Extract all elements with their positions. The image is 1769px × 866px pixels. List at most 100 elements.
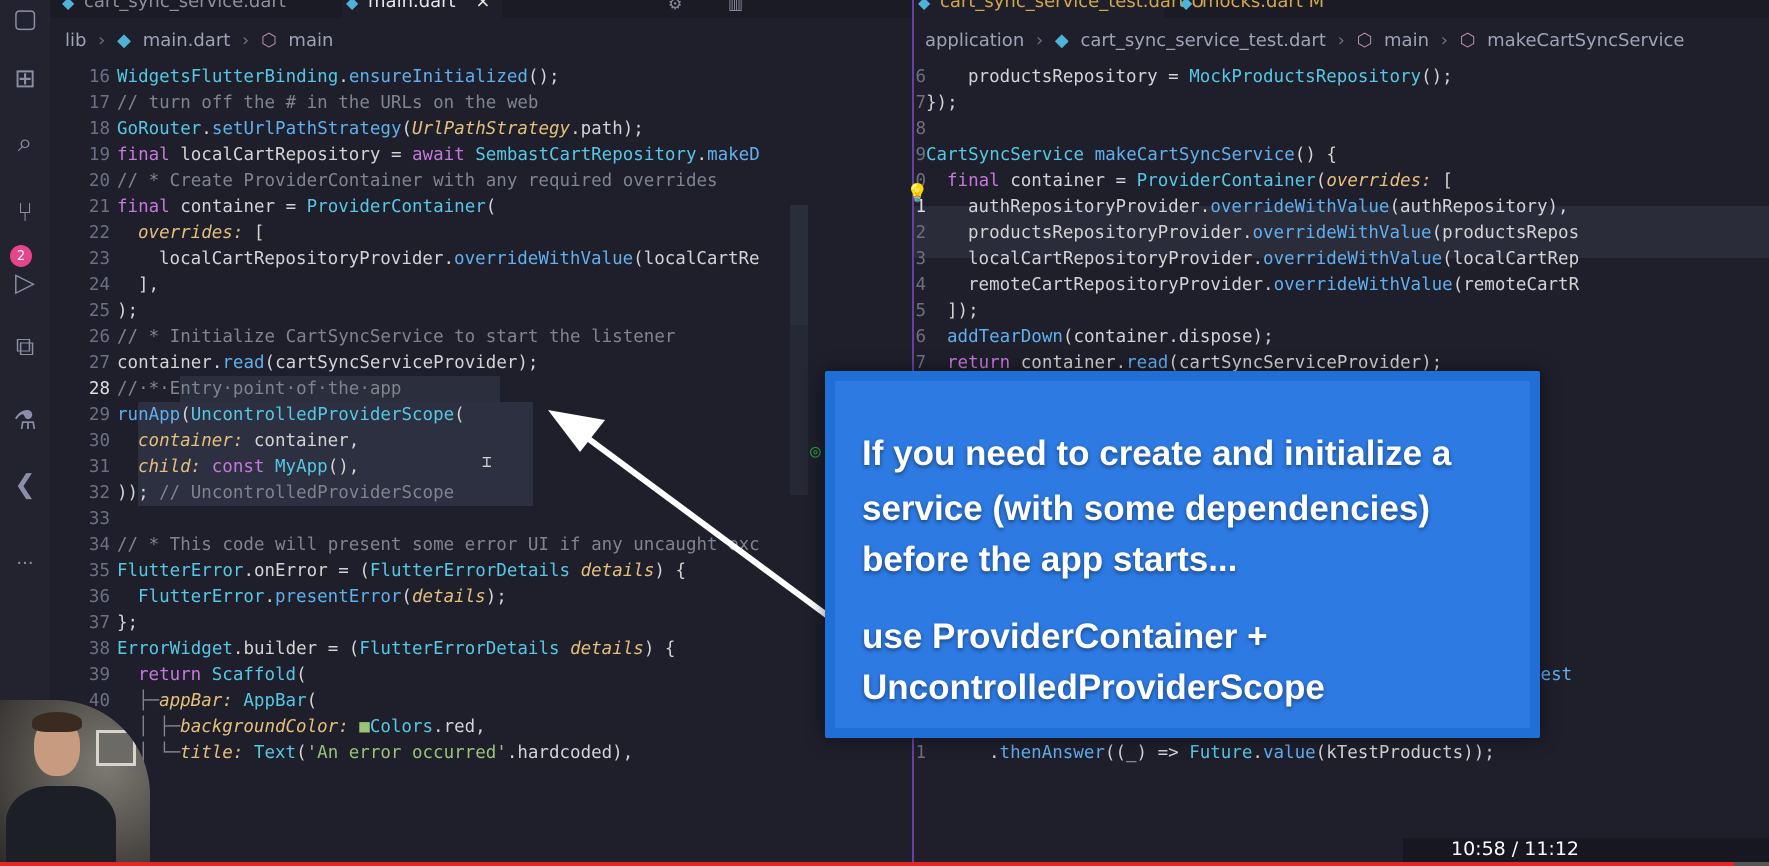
breadcrumb-item[interactable]: lib [65, 30, 86, 51]
breadcrumb-item[interactable]: main [288, 30, 333, 51]
code-line[interactable]: 38 ErrorWidget.builder = (FlutterErrorDet… [50, 636, 912, 662]
breadcrumb-item[interactable]: application [925, 30, 1024, 51]
code-token: MyApp [275, 457, 328, 477]
code-line[interactable]: 31 child: const MyApp(), [50, 454, 912, 480]
code-line[interactable]: 23 localCartRepositoryProvider.overrideWi… [50, 246, 912, 272]
code-token: .path); [570, 119, 644, 139]
line-number: 35 [914, 301, 926, 321]
remote-explorer-icon[interactable]: ⧉ [8, 330, 42, 364]
tab-cart-sync-service-test[interactable]: ◆ cart_sync_service_test.dart U [914, 0, 1204, 18]
close-icon[interactable]: × [475, 0, 490, 12]
dart-file-icon: ◆ [1180, 0, 1193, 12]
code-text: localCartRepositoryProvider.overrideWith… [159, 246, 760, 272]
code-line[interactable]: 36 FlutterError.presentError(details); [50, 584, 912, 610]
run-debug-icon[interactable]: ▷ [8, 266, 42, 300]
code-token: (); [527, 67, 560, 87]
code-line[interactable]: 32 productsRepositoryProvider.overrideWit… [914, 220, 1769, 246]
code-token: return [947, 353, 1011, 373]
tab-mocks-dart[interactable]: ◆ mocks.dart M [1176, 0, 1336, 18]
test-passed-icon[interactable]: ◎ [810, 441, 821, 462]
code-token: (localCartRe [633, 249, 760, 269]
scrollbar-thumb[interactable] [790, 205, 808, 325]
code-token: FlutterError [117, 561, 244, 581]
code-text: container: container, [138, 428, 359, 454]
code-token: remoteCartRepositoryProvider [968, 275, 1264, 295]
code-line[interactable]: 33 [50, 506, 912, 532]
breadcrumb-item[interactable]: main.dart [143, 30, 231, 51]
code-line[interactable]: 20 // * Create ProviderContainer with any… [50, 168, 912, 194]
callout-panel: If you need to create and initialize a s… [835, 381, 1530, 728]
lightbulb-icon[interactable]: 💡 [906, 183, 928, 204]
tab-main-dart[interactable]: ◆ main.dart × [342, 0, 502, 18]
code-line[interactable]: 39 return Scaffold( [50, 662, 912, 688]
code-text: ErrorWidget.builder = (FlutterErrorDetai… [117, 636, 675, 662]
code-line[interactable]: 51.thenAnswer((_) => Future.value(kTestP… [914, 740, 1769, 766]
code-line[interactable]: 25); [50, 298, 912, 324]
breadcrumb-item[interactable]: makeCartSyncService [1487, 30, 1684, 51]
code-token: container: [138, 431, 244, 451]
code-line[interactable]: 28 //·*·Entry·point·of·the·app [50, 376, 912, 402]
search-icon[interactable]: ⌕ [8, 126, 42, 160]
code-line[interactable]: 35 FlutterError.onError = (FlutterErrorDe… [50, 558, 912, 584]
code-line[interactable]: 17 // turn off the # in the URLs on the w… [50, 90, 912, 116]
code-line[interactable]: 40 ├─appBar: AppBar( [50, 688, 912, 714]
split-editor-icon[interactable]: ▥ [728, 0, 743, 13]
code-token: (); [1421, 67, 1453, 87]
line-number: 32 [914, 223, 926, 243]
code-line[interactable]: 35]); [914, 298, 1769, 324]
code-text: container.read(cartSyncServiceProvider); [117, 350, 538, 376]
code-text: FlutterError.presentError(details); [138, 584, 507, 610]
code-line[interactable]: 34 remoteCartRepositoryProvider.overrideW… [914, 272, 1769, 298]
code-line[interactable]: 30final container = ProviderContainer(ov… [914, 168, 1769, 194]
code-line[interactable]: 42│ └─title: Text('An error occurred'.ha… [50, 740, 912, 766]
video-progress-bar[interactable] [0, 862, 1769, 866]
code-editor-main[interactable]: 16 WidgetsFlutterBinding.ensureInitialize… [50, 64, 912, 766]
code-line[interactable]: 34 // * This code will present some error… [50, 532, 912, 558]
code-line[interactable]: 30 container: container, [50, 428, 912, 454]
code-line[interactable]: 29CartSyncService makeCartSyncService() … [914, 142, 1769, 168]
code-token: ); [485, 587, 507, 607]
code-line[interactable]: 16 WidgetsFlutterBinding.ensureInitialize… [50, 64, 912, 90]
code-token: (), [327, 457, 360, 477]
source-control-icon[interactable]: ⑂ [8, 196, 42, 230]
code-line[interactable]: 26 // * Initialize CartSyncService to sta… [50, 324, 912, 350]
breadcrumb-item[interactable]: cart_sync_service_test.dart [1080, 30, 1325, 51]
code-line[interactable]: 27 container.read(cartSyncServiceProvider… [50, 350, 912, 376]
more-icon[interactable]: ··· [8, 546, 42, 580]
code-line[interactable]: 21 final container = ProviderContainer( [50, 194, 912, 220]
code-token: FlutterErrorDetails [369, 561, 571, 581]
files-icon[interactable]: ▢ [8, 2, 42, 36]
flutter-icon[interactable]: ❮ [8, 468, 42, 502]
breadcrumb: › application › ◆ cart_sync_service_test… [914, 30, 1691, 56]
code-line[interactable]: 41│ ├─backgroundColor: ■Colors.red, [50, 714, 912, 740]
debug-icon[interactable]: ⚙ [668, 0, 682, 13]
code-line[interactable]: 24], [50, 272, 912, 298]
testing-icon[interactable]: ⚗ [8, 404, 42, 438]
code-line[interactable]: 26 productsRepository = MockProductsRepos… [914, 64, 1769, 90]
code-line[interactable]: 28 [914, 116, 1769, 142]
callout-heading-line: before the app starts... [862, 540, 1238, 579]
code-line[interactable]: 19 final localCartRepository = await Semb… [50, 142, 912, 168]
code-token: Future [1189, 743, 1253, 763]
code-line[interactable]: 18 GoRouter.setUrlPathStrategy(UrlPathStr… [50, 116, 912, 142]
code-line[interactable]: 22 overrides: [ [50, 220, 912, 246]
tab-label: cart_sync_service_test.dart U [940, 0, 1205, 12]
code-line[interactable]: 33 localCartRepositoryProvider.overrideWi… [914, 246, 1769, 272]
code-line[interactable]: 37}; [50, 610, 912, 636]
code-line[interactable]: 31authRepositoryProvider.overrideWithVal… [914, 194, 1769, 220]
code-token: . [989, 743, 1000, 763]
code-token: overrides: [1326, 171, 1432, 191]
tab-cart-sync-service[interactable]: ◆ cart_sync_service.dart [58, 0, 328, 18]
code-line[interactable]: 27}); [914, 90, 1769, 116]
code-line[interactable]: 29 runApp(UncontrolledProviderScope( [50, 402, 912, 428]
breadcrumb-item[interactable]: main [1384, 30, 1429, 51]
scrollbar-thumb[interactable] [790, 325, 808, 495]
extensions-icon[interactable]: ⊞ [8, 62, 42, 96]
code-line[interactable]: 36 addTearDown(container.dispose); [914, 324, 1769, 350]
code-token: CartSyncService [926, 145, 1085, 165]
code-line[interactable]: 32)); // UncontrolledProviderScope [50, 480, 912, 506]
code-token: . [211, 353, 223, 373]
line-number: 24 [88, 275, 110, 295]
code-token: read [222, 353, 265, 373]
